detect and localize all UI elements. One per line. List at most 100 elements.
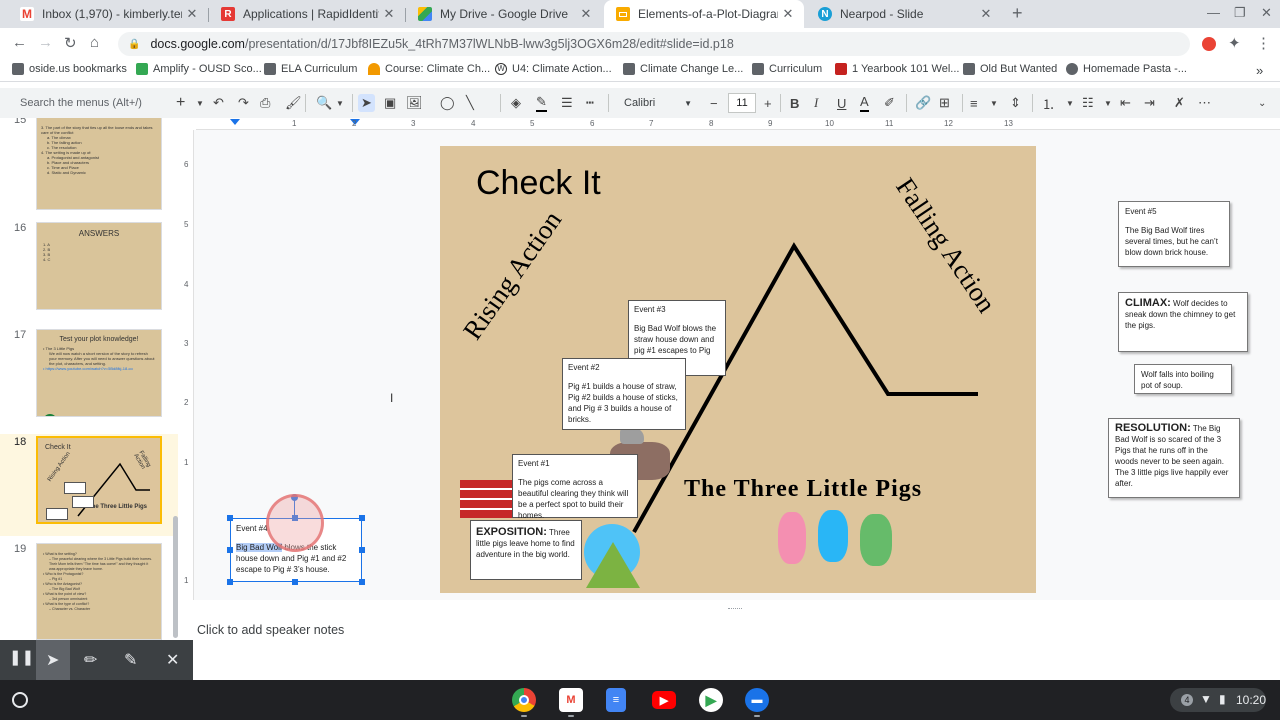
slide-thumb-17[interactable]: Test your plot knowledge! • The 3 Little…	[36, 329, 162, 417]
decrease-font-icon[interactable]: −	[710, 94, 718, 112]
resize-handle[interactable]	[359, 547, 365, 553]
shape-icon[interactable]: ◯	[440, 94, 455, 112]
chevron-down-icon[interactable]: ▼	[1066, 94, 1074, 112]
text-box-icon[interactable]: ▣	[384, 94, 396, 112]
pointer-icon[interactable]: ➤	[46, 650, 59, 670]
pause-icon[interactable]: ❚❚	[9, 648, 34, 666]
slide-thumb-15[interactable]: 3. The part of the story that ties up al…	[36, 118, 162, 210]
notes-resize-handle[interactable]	[728, 608, 742, 610]
new-tab-button[interactable]: +	[1012, 3, 1023, 24]
back-icon[interactable]: ←	[12, 34, 27, 51]
line-spacing-icon[interactable]: ⇕	[1010, 94, 1021, 112]
bookmark-ela[interactable]: ELA Curriculum	[264, 63, 357, 75]
launcher-icon[interactable]	[12, 692, 28, 708]
resize-handle[interactable]	[227, 579, 233, 585]
close-icon[interactable]: ✕	[182, 6, 202, 22]
exposition-box[interactable]: EXPOSITION: Three little pigs leave home…	[470, 520, 582, 580]
bookmark-amplify[interactable]: Amplify - OUSD Sco...	[136, 63, 262, 75]
speaker-notes[interactable]: Click to add speaker notes ✦	[182, 612, 1280, 671]
chevron-down-icon[interactable]: ▼	[1104, 94, 1112, 112]
collapse-toolbar-icon[interactable]: ⌄	[1258, 94, 1266, 112]
bookmark-curriculum[interactable]: Curriculum	[752, 63, 822, 75]
reload-icon[interactable]: ↻	[64, 34, 77, 52]
border-dash-icon[interactable]: ┅	[586, 94, 594, 112]
resize-handle[interactable]	[227, 547, 233, 553]
bold-icon[interactable]: B	[790, 94, 799, 112]
tab-drive[interactable]: My Drive - Google Drive ✕	[406, 0, 602, 28]
menu-kebab-icon[interactable]: ⋮	[1256, 34, 1271, 52]
slide-thumb-18-selected[interactable]: Check It Rising Action Falling Action Th…	[36, 436, 162, 524]
resize-handle[interactable]	[227, 515, 233, 521]
close-annotation-icon[interactable]: ✕	[166, 650, 179, 670]
close-icon[interactable]: ✕	[778, 6, 798, 22]
italic-icon[interactable]: I	[814, 94, 818, 112]
text-color-icon[interactable]: A	[860, 94, 869, 112]
border-weight-icon[interactable]: ☰	[561, 94, 573, 112]
chevron-down-icon[interactable]: ▼	[990, 94, 998, 112]
new-slide-icon[interactable]: +	[176, 94, 185, 112]
line-icon[interactable]: ╲	[466, 94, 474, 112]
redo-icon[interactable]: ↷	[238, 94, 249, 112]
play-store-icon[interactable]: ▶	[699, 688, 723, 712]
chrome-icon[interactable]	[512, 688, 536, 712]
decrease-indent-icon[interactable]: ⇤	[1120, 94, 1131, 112]
increase-font-icon[interactable]: +	[764, 94, 772, 112]
pen-icon[interactable]: ✏	[84, 650, 97, 670]
resolution-box[interactable]: RESOLUTION: The Big Bad Wolf is so scare…	[1108, 418, 1240, 498]
bookmark-pasta[interactable]: Homemade Pasta -...	[1066, 63, 1187, 75]
search-menus-input[interactable]: Search the menus (Alt+/)	[20, 93, 168, 113]
highlighter-icon[interactable]: ✎	[124, 650, 137, 670]
fill-color-icon[interactable]: ◈	[511, 94, 521, 112]
highlight-icon[interactable]: ✐	[884, 94, 895, 112]
link-icon[interactable]: 🔗	[915, 94, 931, 112]
bookmarks-overflow[interactable]: »	[1256, 63, 1263, 78]
bookmark-yearbook[interactable]: 1 Yearbook 101 Wel...	[835, 63, 959, 75]
comment-icon[interactable]: ⊞	[939, 94, 950, 112]
close-icon[interactable]: ✕	[976, 6, 996, 22]
print-icon[interactable]: ⎙	[260, 94, 270, 112]
restore-icon[interactable]: ❐	[1234, 5, 1246, 21]
slide-18[interactable]: Check It Rising Action Falling Action Th…	[440, 146, 1036, 593]
resize-handle[interactable]	[359, 515, 365, 521]
tab-slides-active[interactable]: Elements-of-a-Plot-Diagram-with... ✕	[604, 0, 804, 28]
slide-thumb-16[interactable]: ANSWERS 1. A 2. B 3. B 4. C	[36, 222, 162, 310]
align-icon[interactable]: ≡	[970, 94, 978, 112]
files-icon[interactable]: ▬	[745, 688, 769, 712]
chevron-down-icon[interactable]: ▼	[336, 94, 344, 112]
more-icon[interactable]: ⋯	[1198, 94, 1211, 112]
font-family-select[interactable]: Calibri ▼	[618, 93, 698, 113]
extension-icon[interactable]	[1202, 37, 1216, 51]
paint-format-icon[interactable]: 🖌	[285, 94, 302, 112]
tab-nearpod[interactable]: N Nearpod - Slide ✕	[806, 0, 1002, 28]
close-window-icon[interactable]: ✕	[1261, 5, 1272, 21]
tab-rapididentity[interactable]: R Applications | RapidIdentity ✕	[209, 0, 405, 28]
filmstrip-scrollbar[interactable]	[173, 516, 178, 638]
font-size-input[interactable]: 11	[728, 93, 756, 113]
slide-thumb-19[interactable]: • What is the setting? – The peaceful cl…	[36, 543, 162, 640]
soup-box[interactable]: Wolf falls into boiling pot of soup.	[1134, 364, 1232, 394]
select-icon[interactable]: ➤	[358, 94, 375, 112]
event-5-box[interactable]: Event #5 The Big Bad Wolf tires several …	[1118, 201, 1230, 267]
youtube-icon[interactable]: ▶	[652, 691, 676, 709]
notification-count-badge[interactable]: 4	[1181, 694, 1193, 706]
gmail-icon[interactable]: M	[559, 688, 583, 712]
chevron-down-icon[interactable]: ▼	[196, 94, 204, 112]
increase-indent-icon[interactable]: ⇥	[1144, 94, 1155, 112]
forward-icon[interactable]: →	[38, 34, 53, 51]
resize-handle[interactable]	[359, 579, 365, 585]
minimize-icon[interactable]: —	[1207, 5, 1220, 20]
resize-handle[interactable]	[292, 579, 298, 585]
bookmark-course[interactable]: Course: Climate Ch...	[368, 63, 490, 75]
underline-icon[interactable]: U	[837, 94, 846, 112]
numbered-list-icon[interactable]: ⒈	[1042, 94, 1055, 112]
bulleted-list-icon[interactable]: ☷	[1082, 94, 1094, 112]
clear-formatting-icon[interactable]: ✗	[1174, 94, 1185, 112]
tab-gmail[interactable]: M Inbox (1,970) - kimberly.terando@... ✕	[8, 0, 208, 28]
home-icon[interactable]: ⌂	[90, 34, 99, 51]
address-bar[interactable]: 🔒 docs.google.com/presentation/d/17Jbf8I…	[118, 32, 1190, 56]
climax-box[interactable]: CLIMAX: Wolf decides to sneak down the c…	[1118, 292, 1248, 352]
event-1-box[interactable]: Event #1 The pigs come across a beautifu…	[512, 454, 638, 520]
docs-icon[interactable]: ≡	[606, 688, 626, 712]
border-color-icon[interactable]: ✎	[536, 94, 547, 112]
bookmark-u4[interactable]: W U4: Climate Action...	[495, 63, 612, 75]
